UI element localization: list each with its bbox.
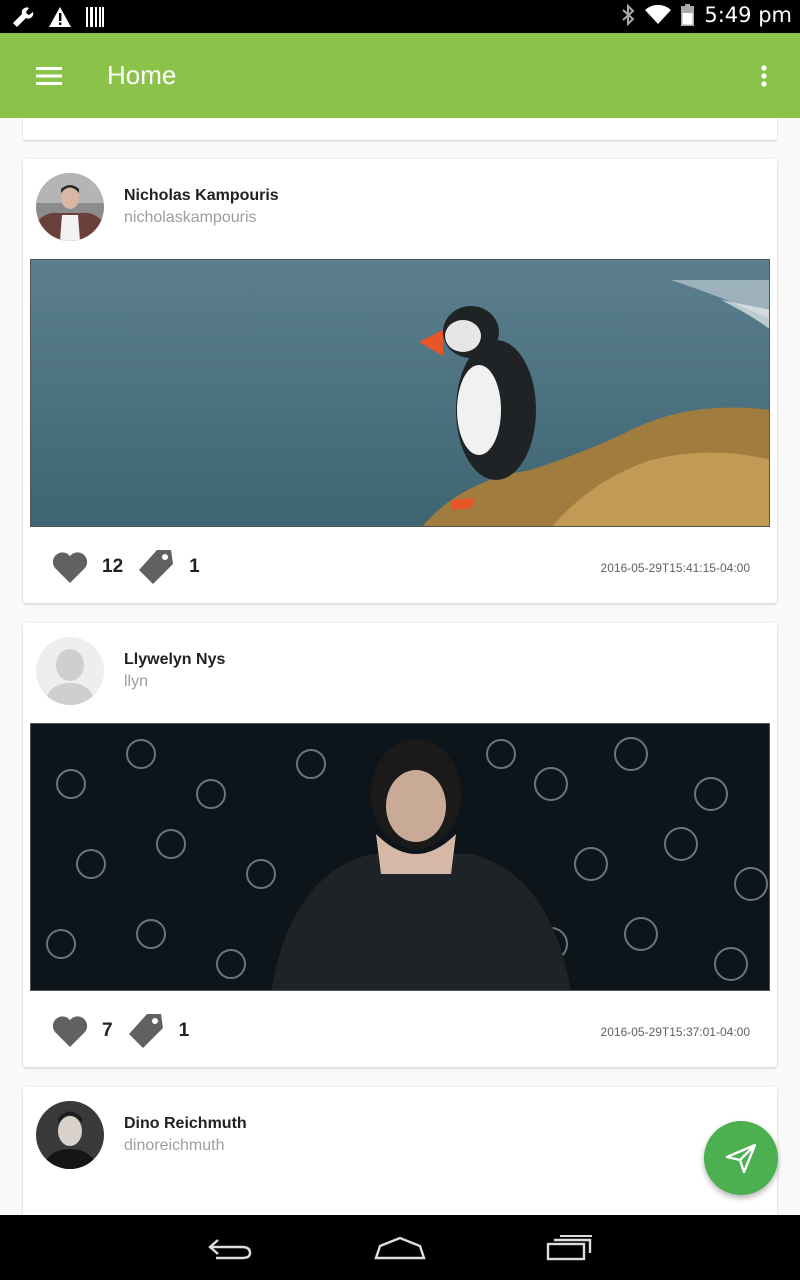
system-nav-bar bbox=[0, 1215, 800, 1280]
status-notifications bbox=[10, 5, 104, 29]
post-card[interactable]: Llywelyn Nys llyn 7 1 2016-05-29T15:37:0… bbox=[23, 623, 777, 1067]
recents-button[interactable] bbox=[540, 1233, 600, 1263]
recents-icon bbox=[546, 1235, 592, 1261]
overflow-menu-button[interactable] bbox=[752, 59, 776, 93]
post-timestamp: 2016-05-29T15:41:15-04:00 bbox=[600, 561, 750, 575]
app-bar: Home bbox=[0, 33, 800, 118]
post-actions: 7 1 bbox=[50, 1011, 189, 1051]
post-card[interactable]: Nicholas Kampouris nicholaskampouris 12 … bbox=[23, 159, 777, 603]
tag-icon[interactable] bbox=[125, 1010, 167, 1052]
more-vert-icon bbox=[761, 65, 767, 87]
battery-icon bbox=[681, 4, 695, 26]
wrench-icon bbox=[13, 7, 34, 27]
previous-card-edge bbox=[23, 118, 777, 140]
tag-count: 1 bbox=[189, 556, 200, 577]
bluetooth-icon bbox=[622, 4, 635, 26]
avatar[interactable] bbox=[36, 1101, 104, 1169]
hamburger-menu-icon bbox=[36, 67, 62, 85]
home-button[interactable] bbox=[370, 1233, 430, 1263]
tag-icon[interactable] bbox=[135, 546, 177, 588]
status-system: 5:49 pm bbox=[621, 3, 792, 27]
feed-list[interactable]: Nicholas Kampouris nicholaskampouris 12 … bbox=[0, 118, 800, 1215]
back-button[interactable] bbox=[200, 1233, 260, 1263]
post-actions: 12 1 bbox=[50, 547, 200, 587]
home-icon bbox=[374, 1236, 426, 1260]
author-name[interactable]: Llywelyn Nys bbox=[124, 651, 225, 669]
author-name[interactable]: Dino Reichmuth bbox=[124, 1115, 247, 1133]
author-handle: llyn bbox=[124, 673, 149, 690]
status-bar: 5:49 pm bbox=[0, 0, 800, 33]
author-name[interactable]: Nicholas Kampouris bbox=[124, 187, 279, 205]
status-time: 5:49 pm bbox=[704, 3, 792, 27]
post-card[interactable]: Dino Reichmuth dinoreichmuth bbox=[23, 1087, 777, 1215]
send-fab-button[interactable] bbox=[704, 1121, 778, 1195]
page-title: Home bbox=[107, 60, 177, 90]
send-icon bbox=[725, 1143, 757, 1174]
heart-icon[interactable] bbox=[50, 547, 90, 587]
hamburger-menu-button[interactable] bbox=[30, 58, 68, 94]
author-handle: dinoreichmuth bbox=[124, 1137, 225, 1154]
warning-icon bbox=[49, 7, 71, 27]
barcode-icon bbox=[86, 7, 104, 27]
avatar[interactable] bbox=[36, 637, 104, 705]
heart-icon[interactable] bbox=[50, 1011, 90, 1051]
back-icon bbox=[208, 1239, 252, 1260]
like-count: 7 bbox=[102, 1020, 113, 1041]
author-handle: nicholaskampouris bbox=[124, 209, 257, 226]
wifi-icon bbox=[645, 5, 672, 24]
post-image[interactable] bbox=[30, 259, 770, 527]
post-timestamp: 2016-05-29T15:37:01-04:00 bbox=[600, 1025, 750, 1039]
like-count: 12 bbox=[102, 556, 124, 577]
avatar[interactable] bbox=[36, 173, 104, 241]
post-image[interactable] bbox=[30, 723, 770, 991]
tag-count: 1 bbox=[178, 1020, 190, 1041]
